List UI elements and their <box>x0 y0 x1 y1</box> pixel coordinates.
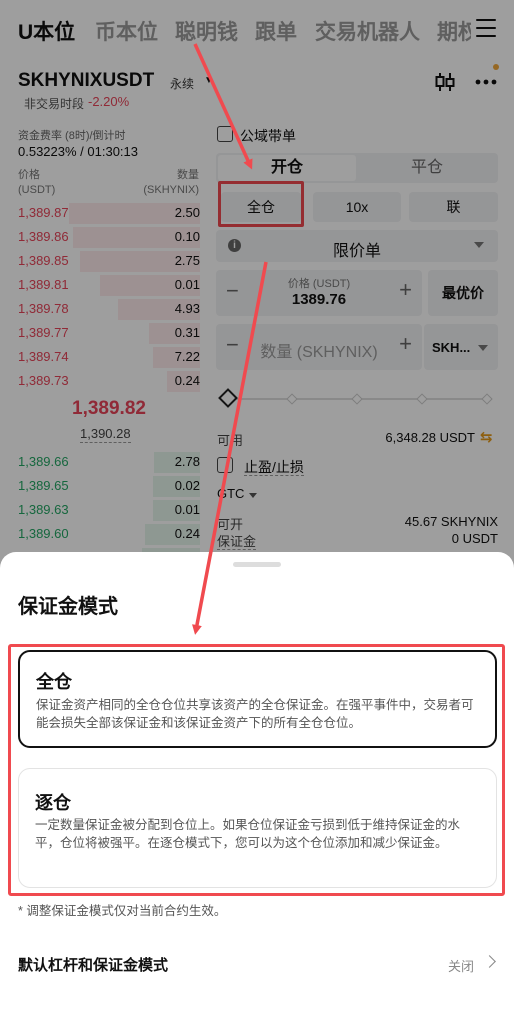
margin-mode-sheet: 保证金模式 全仓 保证金资产相同的全仓仓位共享该资产的全仓保证金。在强平事件中，… <box>0 552 514 1009</box>
default-leverage-margin-setting[interactable]: 默认杠杆和保证金模式 <box>18 954 168 975</box>
default-setting-status: 关闭 <box>447 959 474 974</box>
annotation-box-options <box>8 644 505 896</box>
sheet-title: 保证金模式 <box>18 596 118 618</box>
sheet-note: * 调整保证金模式仅对当前合约生效。 <box>18 904 227 918</box>
sheet-drag-handle[interactable] <box>233 562 281 567</box>
chevron-right-icon[interactable] <box>483 955 496 968</box>
